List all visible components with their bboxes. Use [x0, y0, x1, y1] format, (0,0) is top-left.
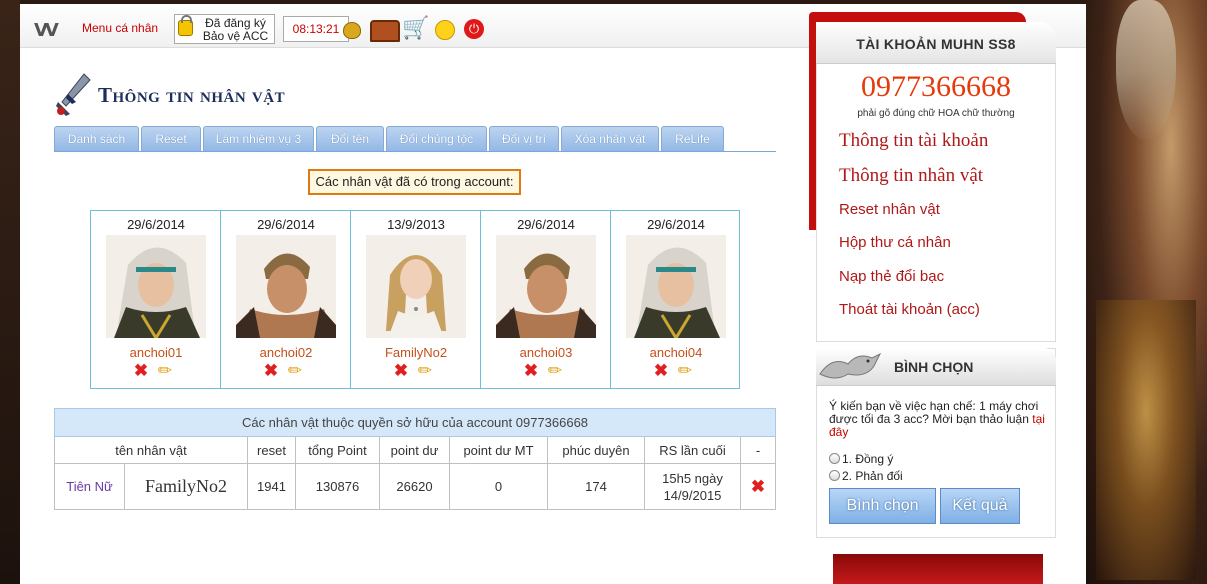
radio-button[interactable]	[829, 453, 840, 464]
treasure-chest-icon[interactable]	[370, 16, 400, 42]
bottom-banner	[833, 554, 1043, 584]
column-header: -	[740, 436, 776, 464]
character-date: 29/6/2014	[257, 217, 315, 232]
tab-quest-3[interactable]: Làm nhiệm vụ 3	[203, 126, 314, 151]
delete-x-icon[interactable]: ✖	[133, 362, 149, 379]
character-name[interactable]: anchoi01	[91, 345, 221, 360]
sidebar-item-account-info[interactable]: Thông tin tài khoản	[839, 130, 988, 152]
background-art-right	[1086, 0, 1207, 584]
phone-note: phải gõ đúng chữ HOA chữ thường	[857, 108, 1015, 119]
shopping-cart-icon[interactable]: 🛒	[402, 16, 429, 40]
phuc-duyen-cell: 174	[547, 463, 645, 510]
character-name[interactable]: anchoi04	[611, 345, 741, 360]
tab-delete-character[interactable]: Xóa nhân vật	[561, 126, 659, 151]
brown-hair-warrior-icon[interactable]	[236, 235, 336, 338]
total-point-cell: 130876	[295, 463, 380, 510]
column-header: reset	[247, 436, 296, 464]
tab-relife[interactable]: ReLife	[661, 126, 724, 151]
account-panel-header: TÀI KHOẢN MUHN SS8	[816, 22, 1056, 64]
edit-pencil-icon[interactable]: ✏	[415, 362, 435, 380]
delete-x-icon[interactable]: ✖	[653, 362, 669, 379]
column-header: point dư MT	[449, 436, 548, 464]
character-class: Tiên Nữ	[54, 463, 125, 510]
delete-x-icon[interactable]: ✖	[751, 477, 765, 496]
point-left-cell: 26620	[379, 463, 450, 510]
acc-protection-badge[interactable]: Đã đăng ký Bảo vệ ACC	[174, 14, 275, 44]
character-name[interactable]: anchoi02	[221, 345, 351, 360]
delete-row-cell: ✖	[740, 463, 776, 510]
column-header: point dư	[379, 436, 450, 464]
result-button[interactable]: Kết quả	[940, 488, 1020, 524]
column-header: tên nhân vật	[54, 436, 248, 464]
money-bag-icon[interactable]	[340, 16, 364, 40]
ownership-caption: Các nhân vật thuộc quyền sở hữu của acco…	[54, 408, 776, 437]
character-date: 29/6/2014	[517, 217, 575, 232]
delete-x-icon[interactable]: ✖	[263, 362, 279, 379]
character-name[interactable]: FamilyNo2	[351, 345, 481, 360]
tab-list[interactable]: Danh sách	[54, 126, 139, 151]
account-characters-notice: Các nhân vật đã có trong account:	[308, 169, 521, 195]
power-icon[interactable]	[462, 16, 486, 41]
brown-hair-warrior-icon[interactable]	[496, 235, 596, 338]
tab-bar: Danh sách Reset Làm nhiệm vụ 3 Đổi tên Đ…	[54, 126, 776, 152]
character-card[interactable]: 29/6/2014 anchoi02 ✖ ✏	[221, 211, 351, 388]
lock-icon	[178, 15, 193, 36]
tab-rename[interactable]: Đổi tên	[316, 126, 384, 151]
character-grid: 29/6/2014 anchoi01 ✖ ✏ 29/6/2014 anchoi0…	[90, 210, 740, 389]
edit-pencil-icon[interactable]: ✏	[285, 362, 305, 380]
edit-pencil-icon[interactable]: ✏	[155, 362, 175, 380]
character-date: 29/6/2014	[647, 217, 705, 232]
character-name-cell: FamilyNo2	[124, 463, 248, 510]
delete-x-icon[interactable]: ✖	[523, 362, 539, 379]
edit-pencil-icon[interactable]: ✏	[675, 362, 695, 380]
vote-question: Ý kiến bạn về việc hạn chế: 1 máy chơi đ…	[829, 399, 1045, 439]
character-date: 13/9/2013	[387, 217, 445, 232]
vote-option-agree[interactable]: 1. Đồng ý	[829, 452, 893, 466]
column-header: tổng Point	[295, 436, 380, 464]
ownership-table: Các nhân vật thuộc quyền sở hữu của acco…	[54, 408, 776, 510]
character-card[interactable]: 29/6/2014 anchoi04 ✖ ✏	[611, 211, 741, 388]
site-logo-icon[interactable]: VV	[34, 20, 59, 41]
account-phone: 0977366668	[861, 70, 1011, 103]
reset-cell: 1941	[247, 463, 296, 510]
character-date: 29/6/2014	[127, 217, 185, 232]
rs-last-cell: 15h5 ngày 14/9/2015	[644, 463, 741, 510]
sidebar-item-logout[interactable]: Thoát tài khoản (acc)	[839, 301, 980, 318]
white-hair-elf-icon[interactable]	[106, 235, 206, 338]
point-left-mt-cell: 0	[449, 463, 548, 510]
tab-change-race[interactable]: Đổi chủng tộc	[386, 126, 487, 151]
character-name[interactable]: anchoi03	[481, 345, 611, 360]
character-card[interactable]: 13/9/2013 FamilyNo2 ✖ ✏	[351, 211, 481, 388]
column-header: phúc duyên	[547, 436, 645, 464]
tab-reset[interactable]: Reset	[141, 126, 201, 151]
edit-pencil-icon[interactable]: ✏	[545, 362, 565, 380]
radio-button[interactable]	[829, 470, 840, 481]
character-card[interactable]: 29/6/2014 anchoi01 ✖ ✏	[91, 211, 221, 388]
personal-menu-link[interactable]: Menu cá nhân	[82, 21, 158, 35]
dragon-icon	[819, 352, 882, 379]
background-art-left	[0, 0, 20, 584]
delete-x-icon[interactable]: ✖	[393, 362, 409, 379]
table-row: Tiên Nữ FamilyNo2 1941 130876 26620 0 17…	[54, 463, 776, 510]
smiley-icon[interactable]	[432, 16, 456, 40]
vote-option-disagree[interactable]: 2. Phản đối	[829, 469, 903, 483]
page-title: Thông tin nhân vật	[98, 83, 286, 107]
tab-change-position[interactable]: Đổi vị trí	[489, 126, 559, 151]
sidebar-item-mailbox[interactable]: Hộp thư cá nhân	[839, 234, 951, 251]
sidebar-item-topup[interactable]: Nạp thẻ đổi bạc	[839, 268, 944, 285]
sidebar-item-reset-character[interactable]: Reset nhân vật	[839, 201, 940, 218]
sidebar-item-character-info[interactable]: Thông tin nhân vật	[839, 165, 983, 187]
column-header: RS lần cuối	[644, 436, 741, 464]
blonde-female-icon[interactable]	[366, 235, 466, 338]
character-card[interactable]: 29/6/2014 anchoi03 ✖ ✏	[481, 211, 611, 388]
white-hair-elf-icon[interactable]	[626, 235, 726, 338]
vote-button[interactable]: Bình chọn	[829, 488, 936, 524]
vote-title: BÌNH CHỌN	[894, 359, 974, 375]
sword-icon	[56, 73, 91, 116]
